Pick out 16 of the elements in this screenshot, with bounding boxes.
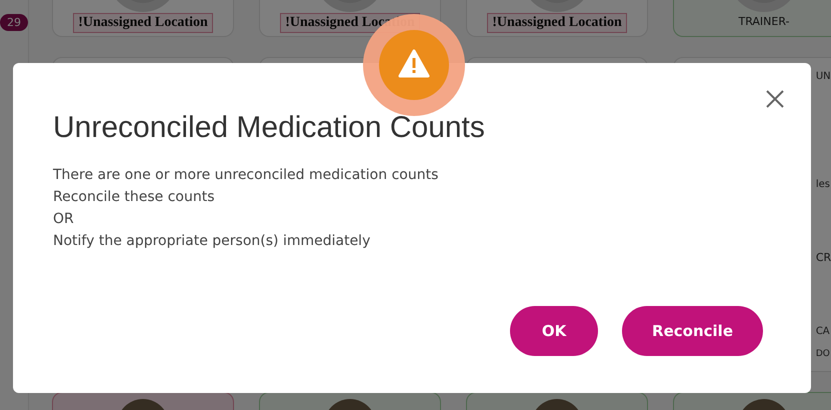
card-label: TRAINER-	[738, 15, 790, 28]
ok-button[interactable]: OK	[510, 306, 598, 356]
dialog-message: OR	[53, 211, 75, 227]
dialog-message: Notify the appropriate person(s) immediately	[53, 233, 372, 249]
card-caption: CA	[816, 326, 831, 337]
card-label: DO	[816, 349, 831, 359]
dialog-message: There are one or more unreconciled medication counts	[53, 167, 440, 183]
dialog-message: Reconcile these counts	[53, 189, 216, 205]
dialog-title: Unreconciled Medication Counts	[53, 111, 486, 145]
card-caption: les	[816, 179, 831, 190]
location-label: !Unassigned Location	[73, 13, 213, 33]
card-label: UN	[816, 71, 831, 82]
reconcile-button[interactable]: Reconcile	[622, 306, 763, 356]
location-label: !Unassigned Location	[487, 13, 627, 33]
count-badge: 29	[0, 14, 28, 31]
card-label: CR	[816, 251, 831, 264]
